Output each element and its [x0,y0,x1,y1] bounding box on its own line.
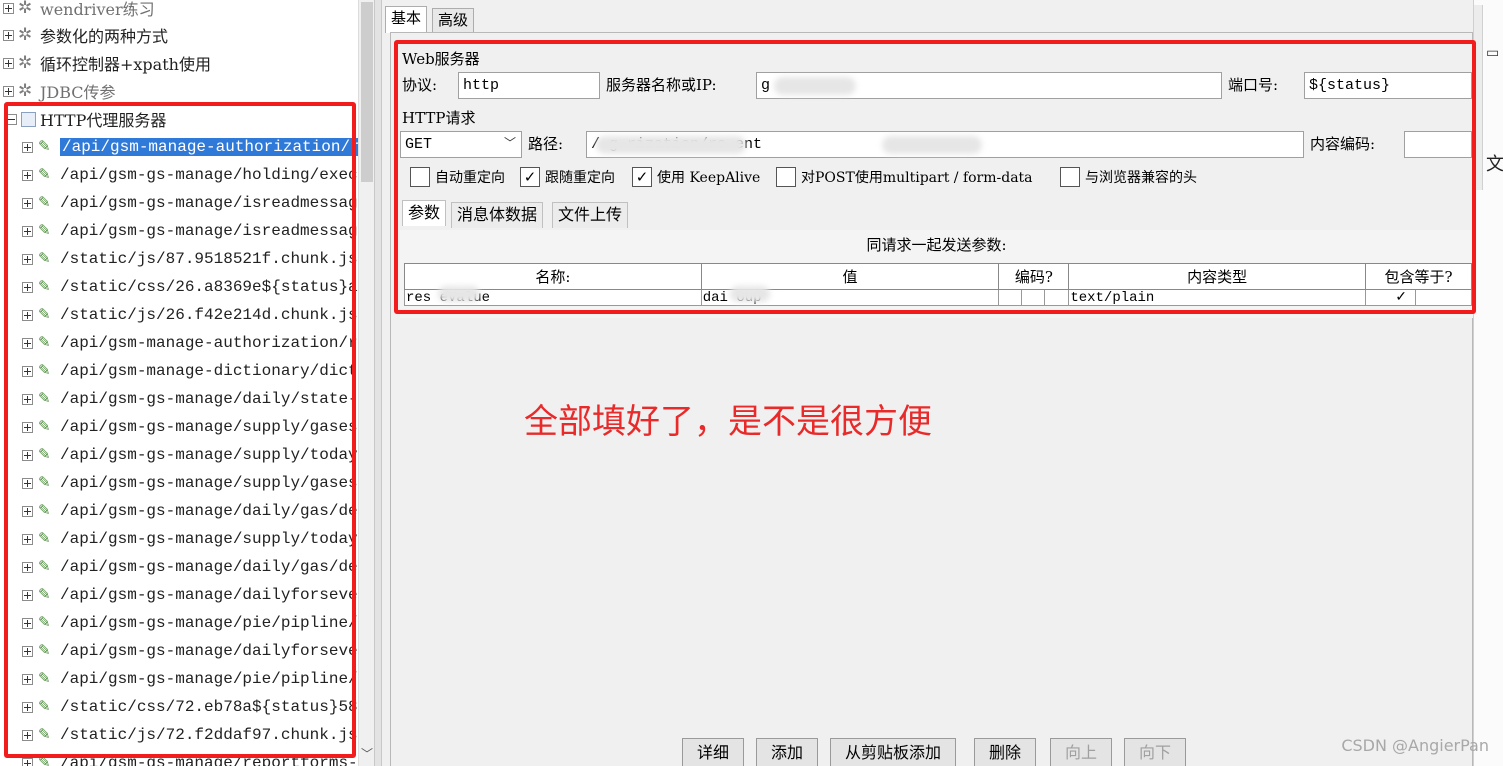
gear-icon: ✲ [18,53,33,72]
highlight-box-right [394,40,1476,314]
side-glyph: 文 [1486,154,1503,175]
tree-node-label: 循环控制器+xpath使用 [40,55,211,74]
tree-scrollbar[interactable]: ﹀ [358,0,374,766]
gear-icon: ✲ [18,0,33,17]
watermark: CSDN @AngierPan [1341,736,1489,755]
gear-icon: ✲ [18,25,33,44]
tree-node-loop[interactable]: ✲ 循环控制器+xpath使用 [3,50,211,76]
scrollbar-thumb[interactable] [361,2,373,182]
window-icon: ▭ [1486,44,1500,60]
add-button[interactable]: 添加 [756,738,819,766]
scroll-down-icon[interactable]: ﹀ [361,745,373,762]
expand-icon[interactable] [22,757,33,766]
expand-icon[interactable] [3,29,14,41]
tab-advanced[interactable]: 高级 [432,8,475,33]
expand-icon[interactable] [3,2,14,14]
delete-button[interactable]: 删除 [974,738,1037,766]
tree-node-jdbc[interactable]: ✲ JDBC传参 [3,78,116,104]
tree-node-label: JDBC传参 [40,83,116,102]
move-up-button[interactable]: 向上 [1050,738,1113,766]
expand-icon[interactable] [3,85,14,97]
tab-basic[interactable]: 基本 [385,6,428,33]
add-from-clipboard-button[interactable]: 从剪贴板添加 [830,738,957,766]
tree-node-param[interactable]: ✲ 参数化的两种方式 [3,22,168,48]
right-side-strip: ▭ 文 [1473,0,1503,766]
detail-button[interactable]: 详细 [682,738,745,766]
highlight-box-left [4,102,356,758]
tree-node-label: wendriver练习 [40,0,155,19]
move-down-button[interactable]: 向下 [1124,738,1187,766]
expand-icon[interactable] [3,57,14,69]
split-divider[interactable] [374,0,382,766]
tree-node-label: 参数化的两种方式 [40,27,169,46]
gear-icon: ✲ [18,81,33,100]
annotation-text: 全部填好了，是不是很方便 [524,402,932,442]
tree-node-wendriver[interactable]: ✲ wendriver练习 [3,0,155,21]
